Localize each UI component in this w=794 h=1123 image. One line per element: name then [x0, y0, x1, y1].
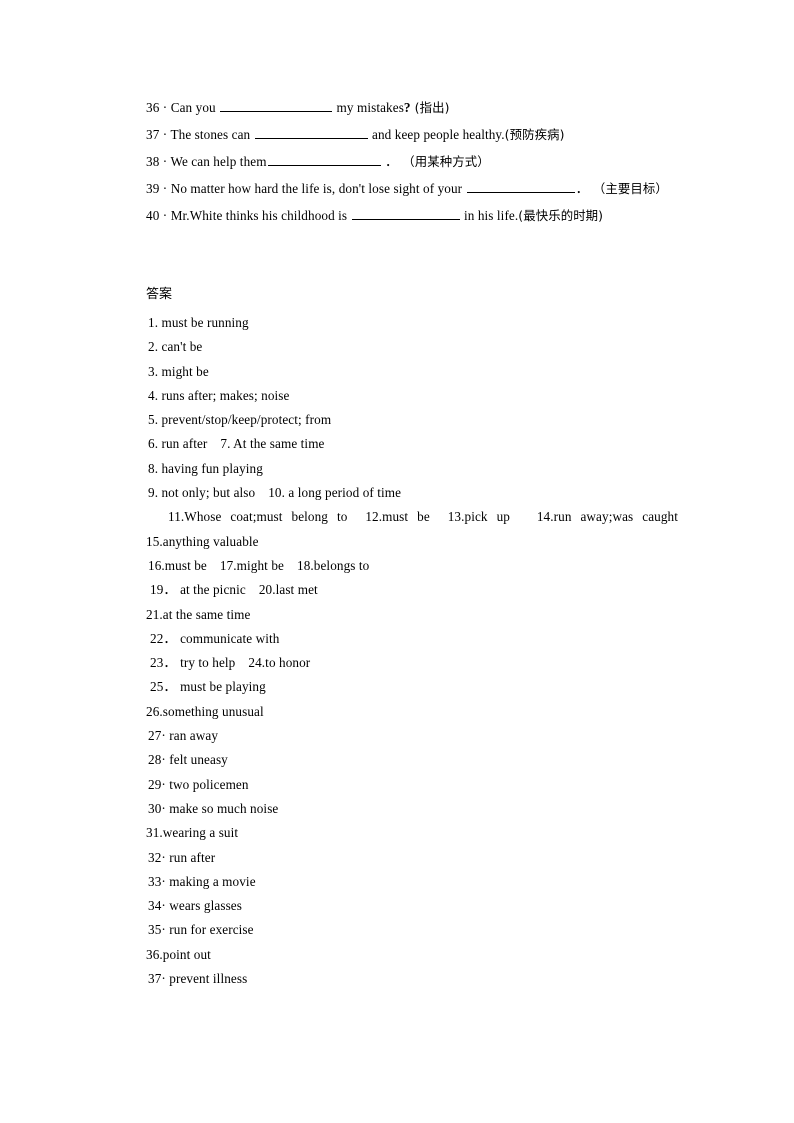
question-text-pre-40: Mr.White thinks his childhood is — [170, 208, 351, 223]
answer-line-25: 25． must be playing — [150, 679, 266, 695]
answer-line-26: 26.something unusual — [146, 703, 264, 719]
answer-line-35: 35· run for exercise — [148, 922, 254, 938]
answer-item-17: 17.might be — [219, 557, 284, 573]
answer-item-18: 18.belongs to — [297, 557, 370, 573]
answer-item-19: 19． at the picnic — [150, 582, 246, 598]
question-number-40: 40 — [146, 208, 160, 223]
question-item-40: 40 · Mr.White thinks his childhood is in… — [146, 202, 686, 229]
answer-item-12: 12.must be — [365, 509, 430, 525]
answer-item-10: 10. a long period of time — [268, 485, 402, 501]
question-item-38: 38 · We can help them ． （用某种方式） — [146, 148, 686, 175]
answer-line-5: 5. prevent/stop/keep/protect; from — [148, 412, 332, 428]
answer-item-6: 6. run after — [148, 436, 208, 452]
question-text-post-40: in his life. — [460, 208, 519, 223]
answer-item-24: 24.to honor — [248, 655, 311, 671]
question-hint-38: （用某种方式） — [398, 154, 490, 169]
answer-line-22: 22． communicate with — [150, 630, 280, 646]
answer-item-9: 9. not only; but also — [148, 485, 256, 501]
answer-line-9-10: 9. not only; but also 10. a long period o… — [146, 481, 681, 505]
question-mark-36: ? — [403, 100, 411, 115]
question-item-39: 39 · No matter how hard the life is, don… — [146, 175, 686, 202]
answers-heading: 答案 — [146, 287, 173, 302]
question-number-36: 36 — [146, 100, 160, 115]
answer-line-6-7: 6. run after 7. At the same time — [146, 432, 681, 456]
answer-line-37: 37· prevent illness — [148, 971, 248, 987]
answer-blank-38[interactable] — [267, 154, 381, 166]
answer-line-32: 32· run after — [148, 849, 216, 865]
answer-paragraph-11-15: 11.Whose coat;must belong to 12.must be … — [118, 505, 678, 554]
question-text-pre-37: The stones can — [170, 127, 254, 142]
answer-line-8: 8. having fun playing — [148, 460, 263, 476]
answer-item-13: 13.pick up — [447, 509, 510, 525]
answers-section: 1. must be running 2. can't be 3. might … — [146, 311, 681, 991]
answer-item-23: 23． try to help — [150, 655, 236, 671]
answer-line-27: 27· ran away — [148, 728, 219, 744]
question-number-37: 37 — [146, 127, 160, 142]
answer-item-7: 7. At the same time — [220, 436, 325, 452]
question-text-post-36: my mistakes — [333, 100, 404, 115]
questions-section: 36 · Can you my mistakes? (指出) 37 · The … — [146, 94, 686, 229]
answer-line-28: 28· felt uneasy — [148, 752, 228, 768]
question-hint-36: (指出) — [410, 100, 450, 115]
answer-line-29: 29· two policemen — [148, 776, 249, 792]
question-text-post-39: ． — [575, 181, 589, 196]
answer-line-1: 1. must be running — [148, 315, 249, 330]
question-text-pre-38: We can help them — [170, 154, 267, 169]
answer-blank-37[interactable] — [254, 127, 368, 139]
question-number-38: 38 — [146, 154, 160, 169]
question-item-37: 37 · The stones can and keep people heal… — [146, 121, 686, 148]
answer-line-19-20: 19． at the picnic 20.last met — [146, 578, 681, 602]
answer-line-3: 3. might be — [148, 363, 209, 379]
question-text-pre-36: Can you — [170, 100, 220, 115]
answer-item-14: 14.run away;was caught — [536, 509, 678, 525]
question-hint-37: (预防疾病) — [504, 127, 565, 142]
answer-line-2: 2. can't be — [148, 339, 203, 355]
answer-item-11: 11.Whose coat;must belong to — [168, 509, 348, 525]
question-item-36: 36 · Can you my mistakes? (指出) — [146, 94, 686, 121]
answer-line-33: 33· making a movie — [148, 873, 256, 889]
answer-line-16-18: 16.must be 17.might be 18.belongs to — [146, 554, 681, 578]
answer-blank-40[interactable] — [351, 208, 460, 220]
answer-item-20: 20.last met — [258, 582, 318, 598]
answer-line-34: 34· wears glasses — [148, 898, 242, 914]
answer-line-21: 21.at the same time — [146, 606, 251, 622]
answer-item-15: 15.anything valuable — [146, 533, 259, 549]
answer-line-36: 36.point out — [146, 946, 211, 962]
answer-blank-36[interactable] — [220, 100, 333, 112]
question-hint-39: （主要目标） — [588, 181, 668, 196]
answer-line-23-24: 23． try to help 24.to honor — [146, 651, 681, 675]
answer-item-16: 16.must be — [148, 557, 207, 573]
answer-blank-39[interactable] — [466, 181, 575, 193]
document-page: 36 · Can you my mistakes? (指出) 37 · The … — [0, 0, 794, 1123]
question-text-pre-39: No matter how hard the life is, don't lo… — [170, 181, 466, 196]
question-text-post-37: and keep people healthy. — [368, 127, 505, 142]
answer-line-30: 30· make so much noise — [148, 800, 279, 816]
answer-line-4: 4. runs after; makes; noise — [148, 387, 290, 403]
question-number-39: 39 — [146, 181, 160, 196]
question-text-post-38: ． — [381, 154, 399, 169]
answer-line-31: 31.wearing a suit — [146, 825, 239, 841]
question-hint-40: (最快乐的时期) — [518, 208, 604, 223]
